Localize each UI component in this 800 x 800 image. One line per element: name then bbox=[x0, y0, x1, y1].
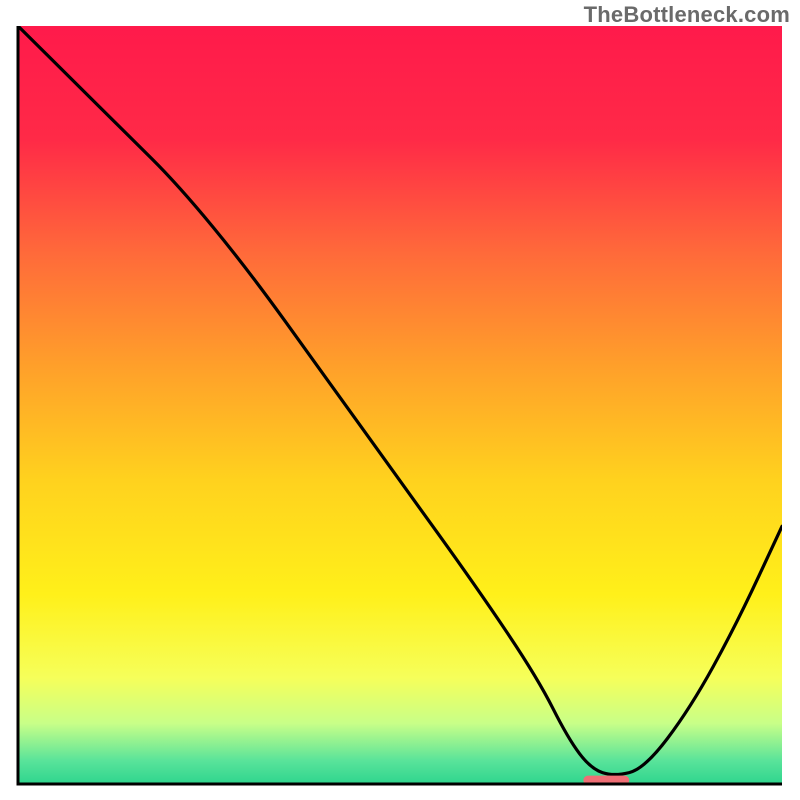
chart-container: TheBottleneck.com bbox=[0, 0, 800, 800]
bottleneck-chart bbox=[0, 0, 800, 800]
watermark-text: TheBottleneck.com bbox=[584, 2, 790, 28]
